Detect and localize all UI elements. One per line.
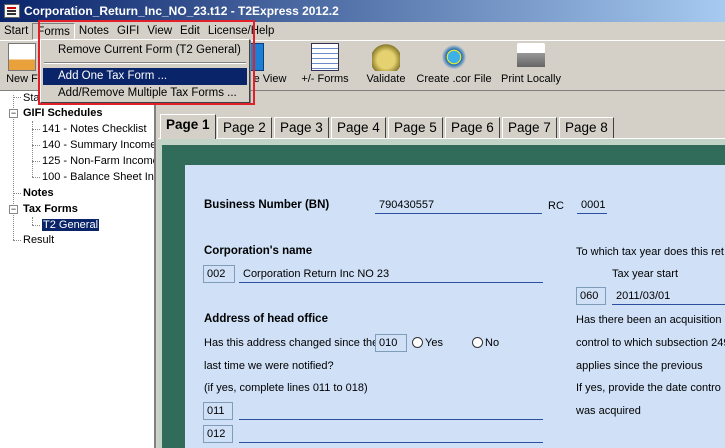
address-changed-code: 010 <box>375 334 407 352</box>
tab-page-3[interactable]: Page 3 <box>274 117 329 138</box>
validate-button[interactable]: Validate <box>364 43 408 85</box>
view-button[interactable]: e View <box>250 43 290 85</box>
acquisition-line-1: Has there been an acquisition c <box>576 314 725 326</box>
menu-license-help[interactable]: License/Help <box>204 23 278 40</box>
bn-field[interactable]: 790430557 <box>375 197 542 214</box>
tree-item-gifi-141[interactable]: 141 - Notes Checklist <box>42 122 147 136</box>
tab-page-1[interactable]: Page 1 <box>160 114 216 139</box>
menu-edit[interactable]: Edit <box>176 23 204 40</box>
acquisition-line-2: control to which subsection 249 <box>576 337 725 349</box>
menu-gifi[interactable]: GIFI <box>113 23 143 40</box>
collapse-icon[interactable]: − <box>9 109 18 118</box>
validate-icon <box>372 43 400 71</box>
menu-item-add-remove-multiple-tax-forms[interactable]: Add/Remove Multiple Tax Forms ... <box>43 85 247 102</box>
address-changed-yes-radio[interactable] <box>412 337 423 348</box>
add-remove-forms-button[interactable]: +/- Forms <box>298 43 352 85</box>
t2-form-page: Business Number (BN) 790430557 RC 0001 C… <box>185 165 725 448</box>
tab-page-5[interactable]: Page 5 <box>388 117 443 138</box>
tree-item-notes[interactable]: Notes <box>23 186 54 200</box>
rc-label: RC <box>548 200 564 212</box>
menu-item-add-one-tax-form[interactable]: Add One Tax Form ... <box>43 68 247 85</box>
tree-item-result[interactable]: Result <box>23 233 54 247</box>
line-011-field[interactable] <box>239 403 543 420</box>
tree-item-gifi-schedules[interactable]: GIFI Schedules <box>23 106 102 120</box>
tree-item-gifi-100[interactable]: 100 - Balance Sheet Inf <box>42 170 154 184</box>
menu-view[interactable]: View <box>143 23 176 40</box>
collapse-icon[interactable]: − <box>9 205 18 214</box>
tree-item-gifi-125[interactable]: 125 - Non-Farm Income <box>42 154 154 168</box>
tree-item-t2-general[interactable]: T2 General <box>42 218 100 232</box>
tree-item-tax-forms[interactable]: Tax Forms <box>23 202 78 216</box>
tree-item-gifi-140[interactable]: 140 - Summary Income <box>42 138 154 152</box>
tab-page-7[interactable]: Page 7 <box>502 117 557 138</box>
tab-page-4[interactable]: Page 4 <box>331 117 386 138</box>
bn-label: Business Number (BN) <box>204 199 330 211</box>
atom-icon <box>440 43 468 71</box>
window-title: Corporation_Return_Inc_NO_23.t12 - T2Exp… <box>24 4 339 18</box>
address-changed-no-radio[interactable] <box>472 337 483 348</box>
forms-dropdown-menu: Remove Current Form (T2 General) Add One… <box>40 39 250 103</box>
address-changed-question: Has this address changed since the <box>204 337 379 349</box>
tab-page-6[interactable]: Page 6 <box>445 117 500 138</box>
yes-label: Yes <box>425 337 443 349</box>
tax-year-start-code: 060 <box>576 287 606 305</box>
acquisition-line-5: was acquired <box>576 405 641 417</box>
printer-icon <box>517 43 545 71</box>
tab-page-8[interactable]: Page 8 <box>559 117 614 138</box>
tree-item-start[interactable]: Sta <box>23 91 40 105</box>
create-cor-file-button[interactable]: Create .cor File <box>414 43 494 85</box>
corp-name-code: 002 <box>203 265 235 283</box>
no-label: No <box>485 337 500 349</box>
last-time-notified: last time we were notified? <box>204 360 334 372</box>
menu-separator <box>44 62 246 64</box>
address-label: Address of head office <box>204 313 328 325</box>
line-011-code: 011 <box>203 402 233 420</box>
corp-name-label: Corporation's name <box>204 245 313 257</box>
tax-year-start-label: Tax year start <box>612 268 679 280</box>
menu-forms[interactable]: Forms <box>32 22 75 40</box>
line-012-field[interactable] <box>239 426 543 443</box>
menu-item-remove-current-form[interactable]: Remove Current Form (T2 General) <box>43 42 247 59</box>
if-yes-instructions: (if yes, complete lines 011 to 018) <box>204 382 368 394</box>
acquisition-line-4: If yes, provide the date contro <box>576 382 721 394</box>
tax-year-question: To which tax year does this ret <box>576 246 724 258</box>
app-icon <box>4 4 20 18</box>
page-tabs: Page 1 Page 2 Page 3 Page 4 Page 5 Page … <box>158 113 725 139</box>
menu-start[interactable]: Start <box>0 23 32 40</box>
print-locally-button[interactable]: Print Locally <box>500 43 562 85</box>
line-012-code: 012 <box>203 425 233 443</box>
title-bar: Corporation_Return_Inc_NO_23.t12 - T2Exp… <box>0 0 725 22</box>
new-button[interactable]: New F <box>4 43 40 85</box>
navigation-tree: Sta − GIFI Schedules 141 - Notes Checkli… <box>0 91 156 448</box>
rc-field[interactable]: 0001 <box>577 197 607 214</box>
corp-name-field[interactable]: Corporation Return Inc NO 23 <box>239 266 543 283</box>
tax-year-start-field[interactable]: 2011/03/01 <box>612 288 725 305</box>
new-file-icon <box>8 43 36 71</box>
menu-notes[interactable]: Notes <box>75 23 113 40</box>
forms-icon <box>311 43 339 71</box>
tab-page-2[interactable]: Page 2 <box>217 117 272 138</box>
acquisition-line-3: applies since the previous <box>576 360 703 372</box>
view-icon <box>250 43 264 71</box>
